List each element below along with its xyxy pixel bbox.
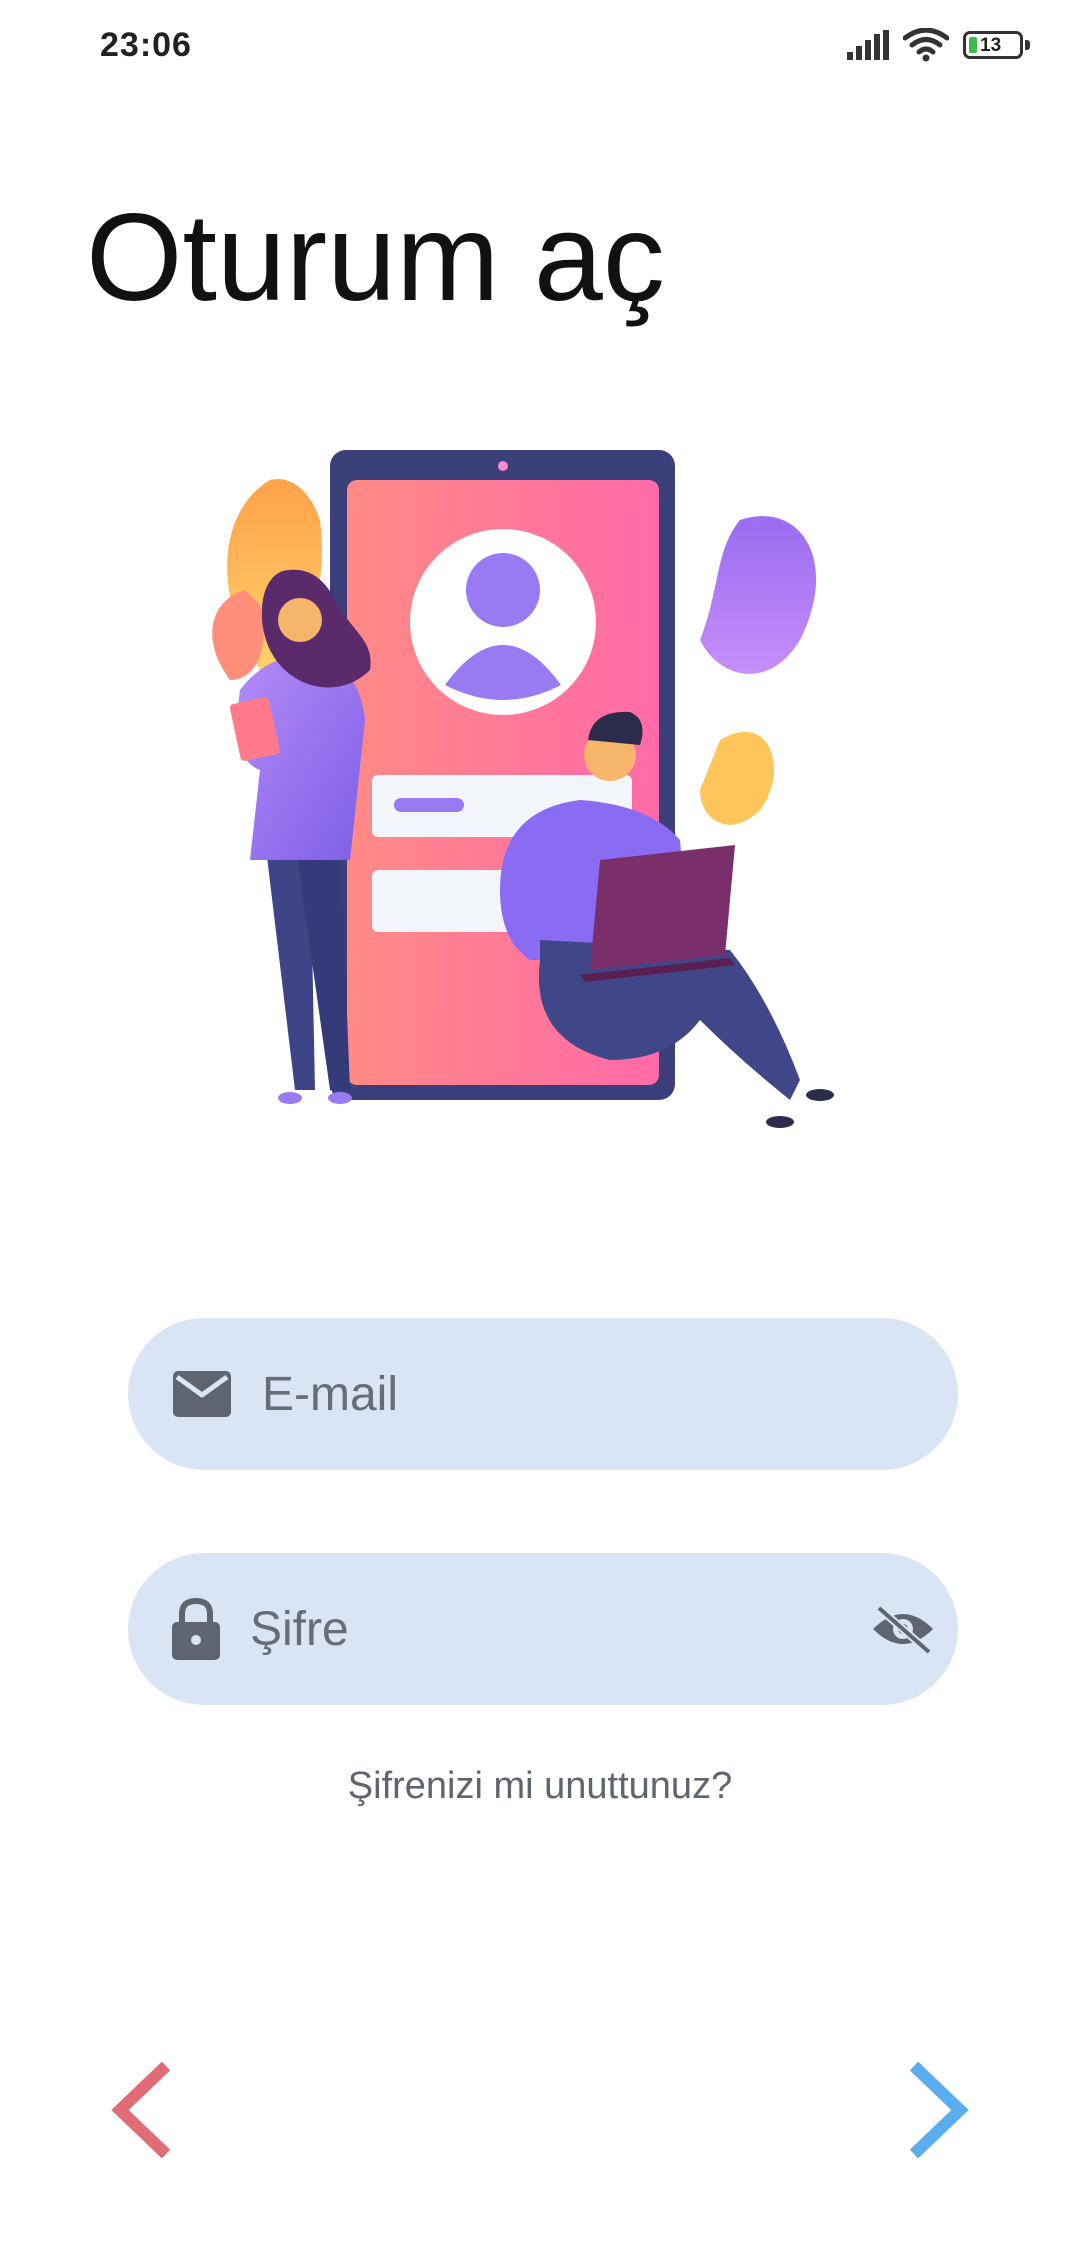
email-field[interactable] bbox=[128, 1318, 958, 1470]
forgot-password-link[interactable]: Şifrenizi mi unuttunuz? bbox=[0, 1765, 1080, 1808]
signal-icon bbox=[847, 30, 889, 60]
battery-icon: 13 bbox=[963, 31, 1030, 59]
wifi-icon bbox=[903, 28, 949, 62]
status-bar: 23:06 13 bbox=[0, 0, 1080, 96]
eye-off-icon[interactable] bbox=[871, 1594, 935, 1664]
status-icons: 13 bbox=[847, 28, 1030, 62]
page-title: Oturum aç bbox=[86, 189, 665, 327]
laptop bbox=[590, 845, 735, 970]
login-illustration bbox=[212, 450, 834, 1128]
next-button[interactable] bbox=[882, 2050, 992, 2170]
leaf-right bbox=[700, 516, 817, 674]
battery-level: 13 bbox=[980, 35, 1002, 56]
chevron-left-icon bbox=[111, 2061, 171, 2159]
email-input[interactable] bbox=[262, 1366, 958, 1422]
password-field[interactable] bbox=[128, 1553, 958, 1705]
status-time: 23:06 bbox=[100, 26, 192, 64]
lock-icon bbox=[172, 1598, 220, 1660]
back-button[interactable] bbox=[88, 2050, 198, 2170]
mail-icon bbox=[172, 1364, 232, 1424]
chevron-right-icon bbox=[909, 2061, 969, 2159]
password-input[interactable] bbox=[250, 1601, 871, 1657]
